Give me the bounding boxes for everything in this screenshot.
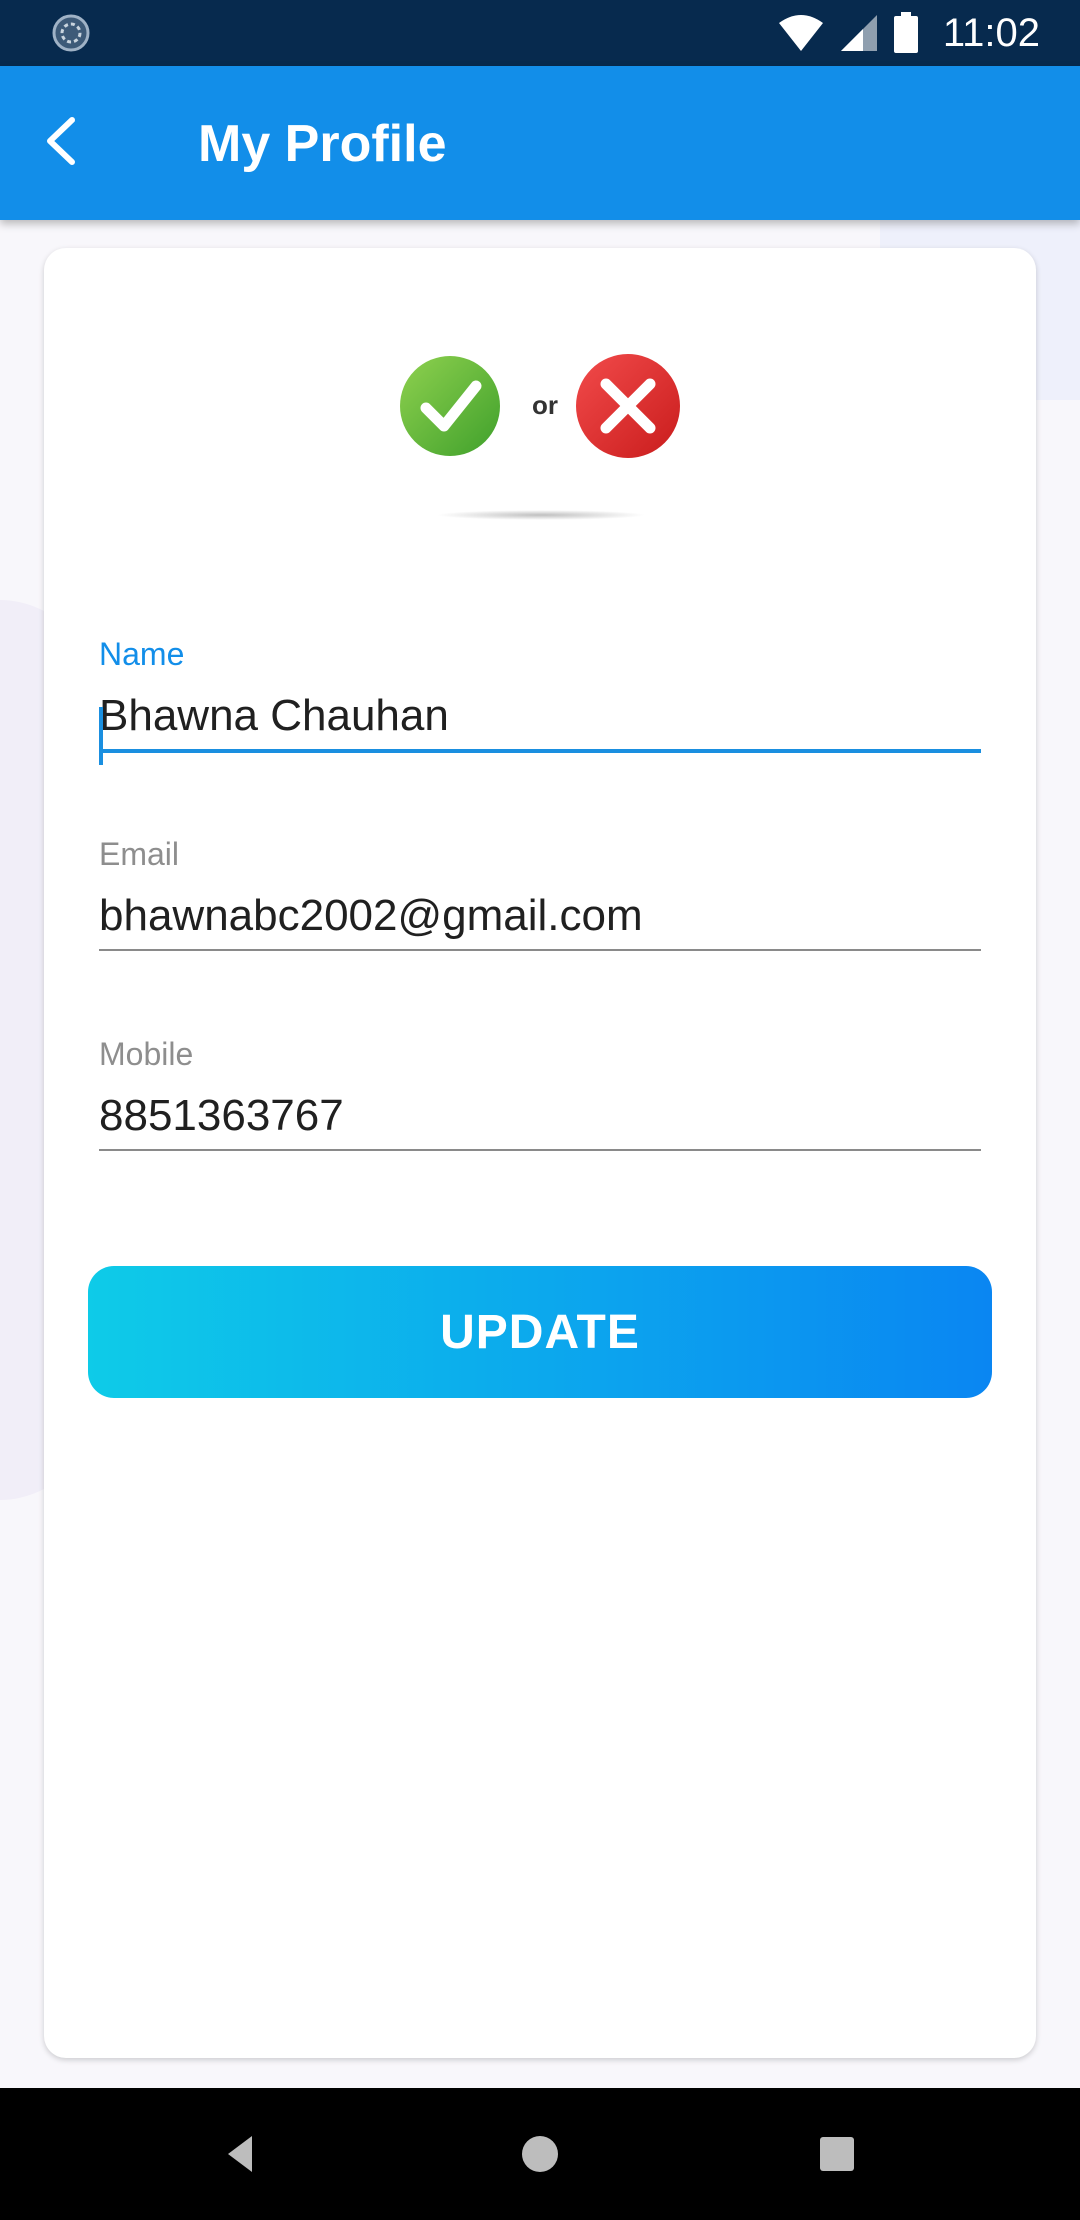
mobile-input[interactable] [99, 1091, 981, 1151]
logo-or-text: or [532, 390, 558, 420]
mobile-field: Mobile [99, 1036, 981, 1151]
status-bar: 11:02 [0, 0, 1080, 66]
email-field: Email [99, 836, 981, 951]
email-label: Email [99, 836, 180, 872]
name-label: Name [99, 636, 185, 672]
wifi-icon [778, 15, 823, 51]
back-arrow-icon[interactable] [30, 106, 100, 176]
name-input[interactable] [99, 691, 981, 753]
app-bar: My Profile [0, 66, 1080, 220]
name-field: Name [99, 636, 981, 765]
check-icon [400, 356, 500, 456]
sync-icon [52, 14, 90, 52]
nav-home-icon[interactable] [510, 2124, 570, 2184]
signal-icon [840, 15, 877, 51]
battery-icon [893, 12, 918, 53]
mobile-label: Mobile [99, 1036, 194, 1072]
app-logo: or [400, 354, 680, 458]
logo-shadow [436, 510, 646, 520]
profile-card: or Name Email Mobile UPDATE [44, 248, 1036, 2058]
status-time: 11:02 [942, 10, 1040, 55]
update-button[interactable]: UPDATE [88, 1266, 992, 1398]
navigation-bar [0, 2088, 1080, 2220]
page-title: My Profile [198, 115, 447, 173]
nav-back-icon[interactable] [210, 2124, 270, 2184]
email-input[interactable] [99, 891, 981, 951]
nav-recents-icon[interactable] [807, 2124, 867, 2184]
x-icon [576, 354, 680, 458]
text-cursor [99, 707, 103, 765]
